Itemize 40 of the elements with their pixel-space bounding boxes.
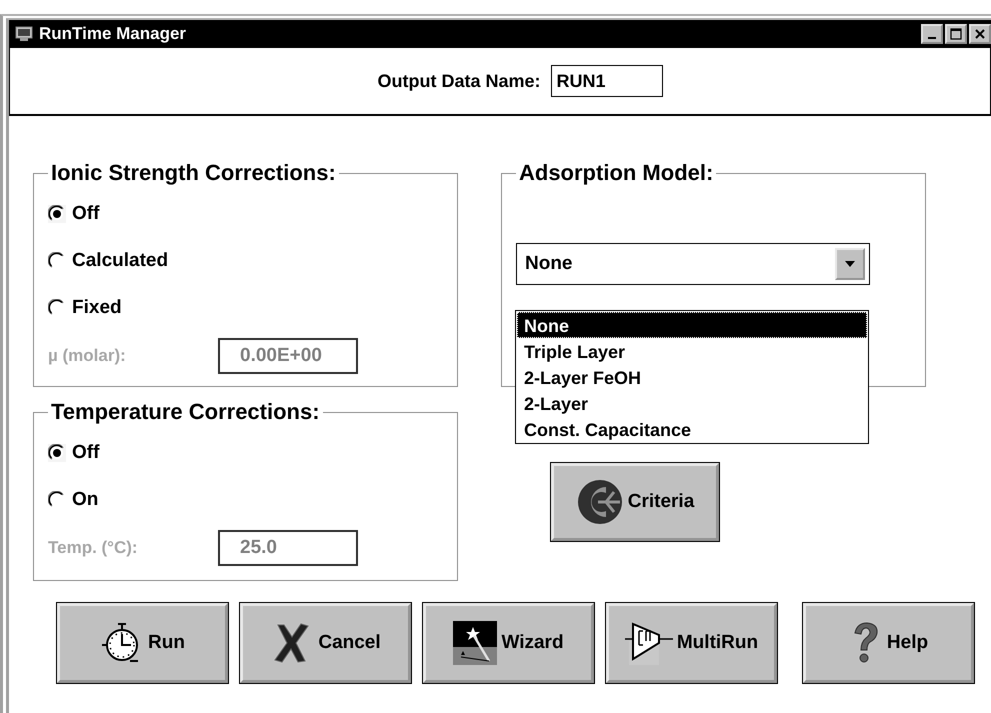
radio-label: Fixed [72,296,122,318]
dropdown-option[interactable]: 2-Layer FeOH [517,364,867,390]
dropdown-option[interactable]: None [517,312,867,338]
maximize-icon [950,28,962,40]
output-name-label: Output Data Name: [377,70,540,92]
radio-button[interactable] [48,444,66,462]
group-title: Adsorption Model: [518,160,714,186]
field-label: Temp. (°C): [48,538,139,558]
dropdown-option[interactable]: Const. Capacitance [517,416,867,442]
model-dropdown[interactable]: None [516,243,870,285]
dropdown-value: None [525,253,572,275]
output-name-field[interactable]: RUN1 [550,65,662,97]
run-button[interactable]: Run [57,603,228,683]
magic-wand-icon [453,621,498,665]
minimize-icon [928,37,936,39]
group-title: Temperature Corrections: [50,399,321,425]
radio-label: Calculated [72,250,168,272]
close-button[interactable] [969,24,991,44]
radio-button[interactable] [48,204,66,222]
dropdown-option[interactable]: Triple Layer [517,338,867,364]
group-title: Ionic Strength Corrections: [50,160,337,186]
criteria-button[interactable]: Criteria [551,463,719,541]
radio-label: Off [72,202,100,224]
funnel-icon [624,621,673,665]
multirun-button[interactable]: MultiRun [606,603,777,683]
window-title: RunTime Manager [39,24,188,44]
maximize-button[interactable] [945,24,967,44]
help-button[interactable]: Help [803,603,974,683]
dropdown-button[interactable] [835,248,865,280]
radio-label: Off [72,442,100,464]
wizard-button[interactable]: Wizard [423,603,594,683]
caret-icon [845,261,855,267]
field-label: µ (molar): [48,346,127,366]
app-icon [15,26,33,42]
radio-label: On [72,488,98,510]
close-icon [974,28,986,40]
dropdown-option[interactable]: 2-Layer [517,390,867,416]
minimize-button[interactable] [921,24,943,44]
criteria-icon [576,478,624,526]
cancel-button[interactable]: Cancel [240,603,411,683]
